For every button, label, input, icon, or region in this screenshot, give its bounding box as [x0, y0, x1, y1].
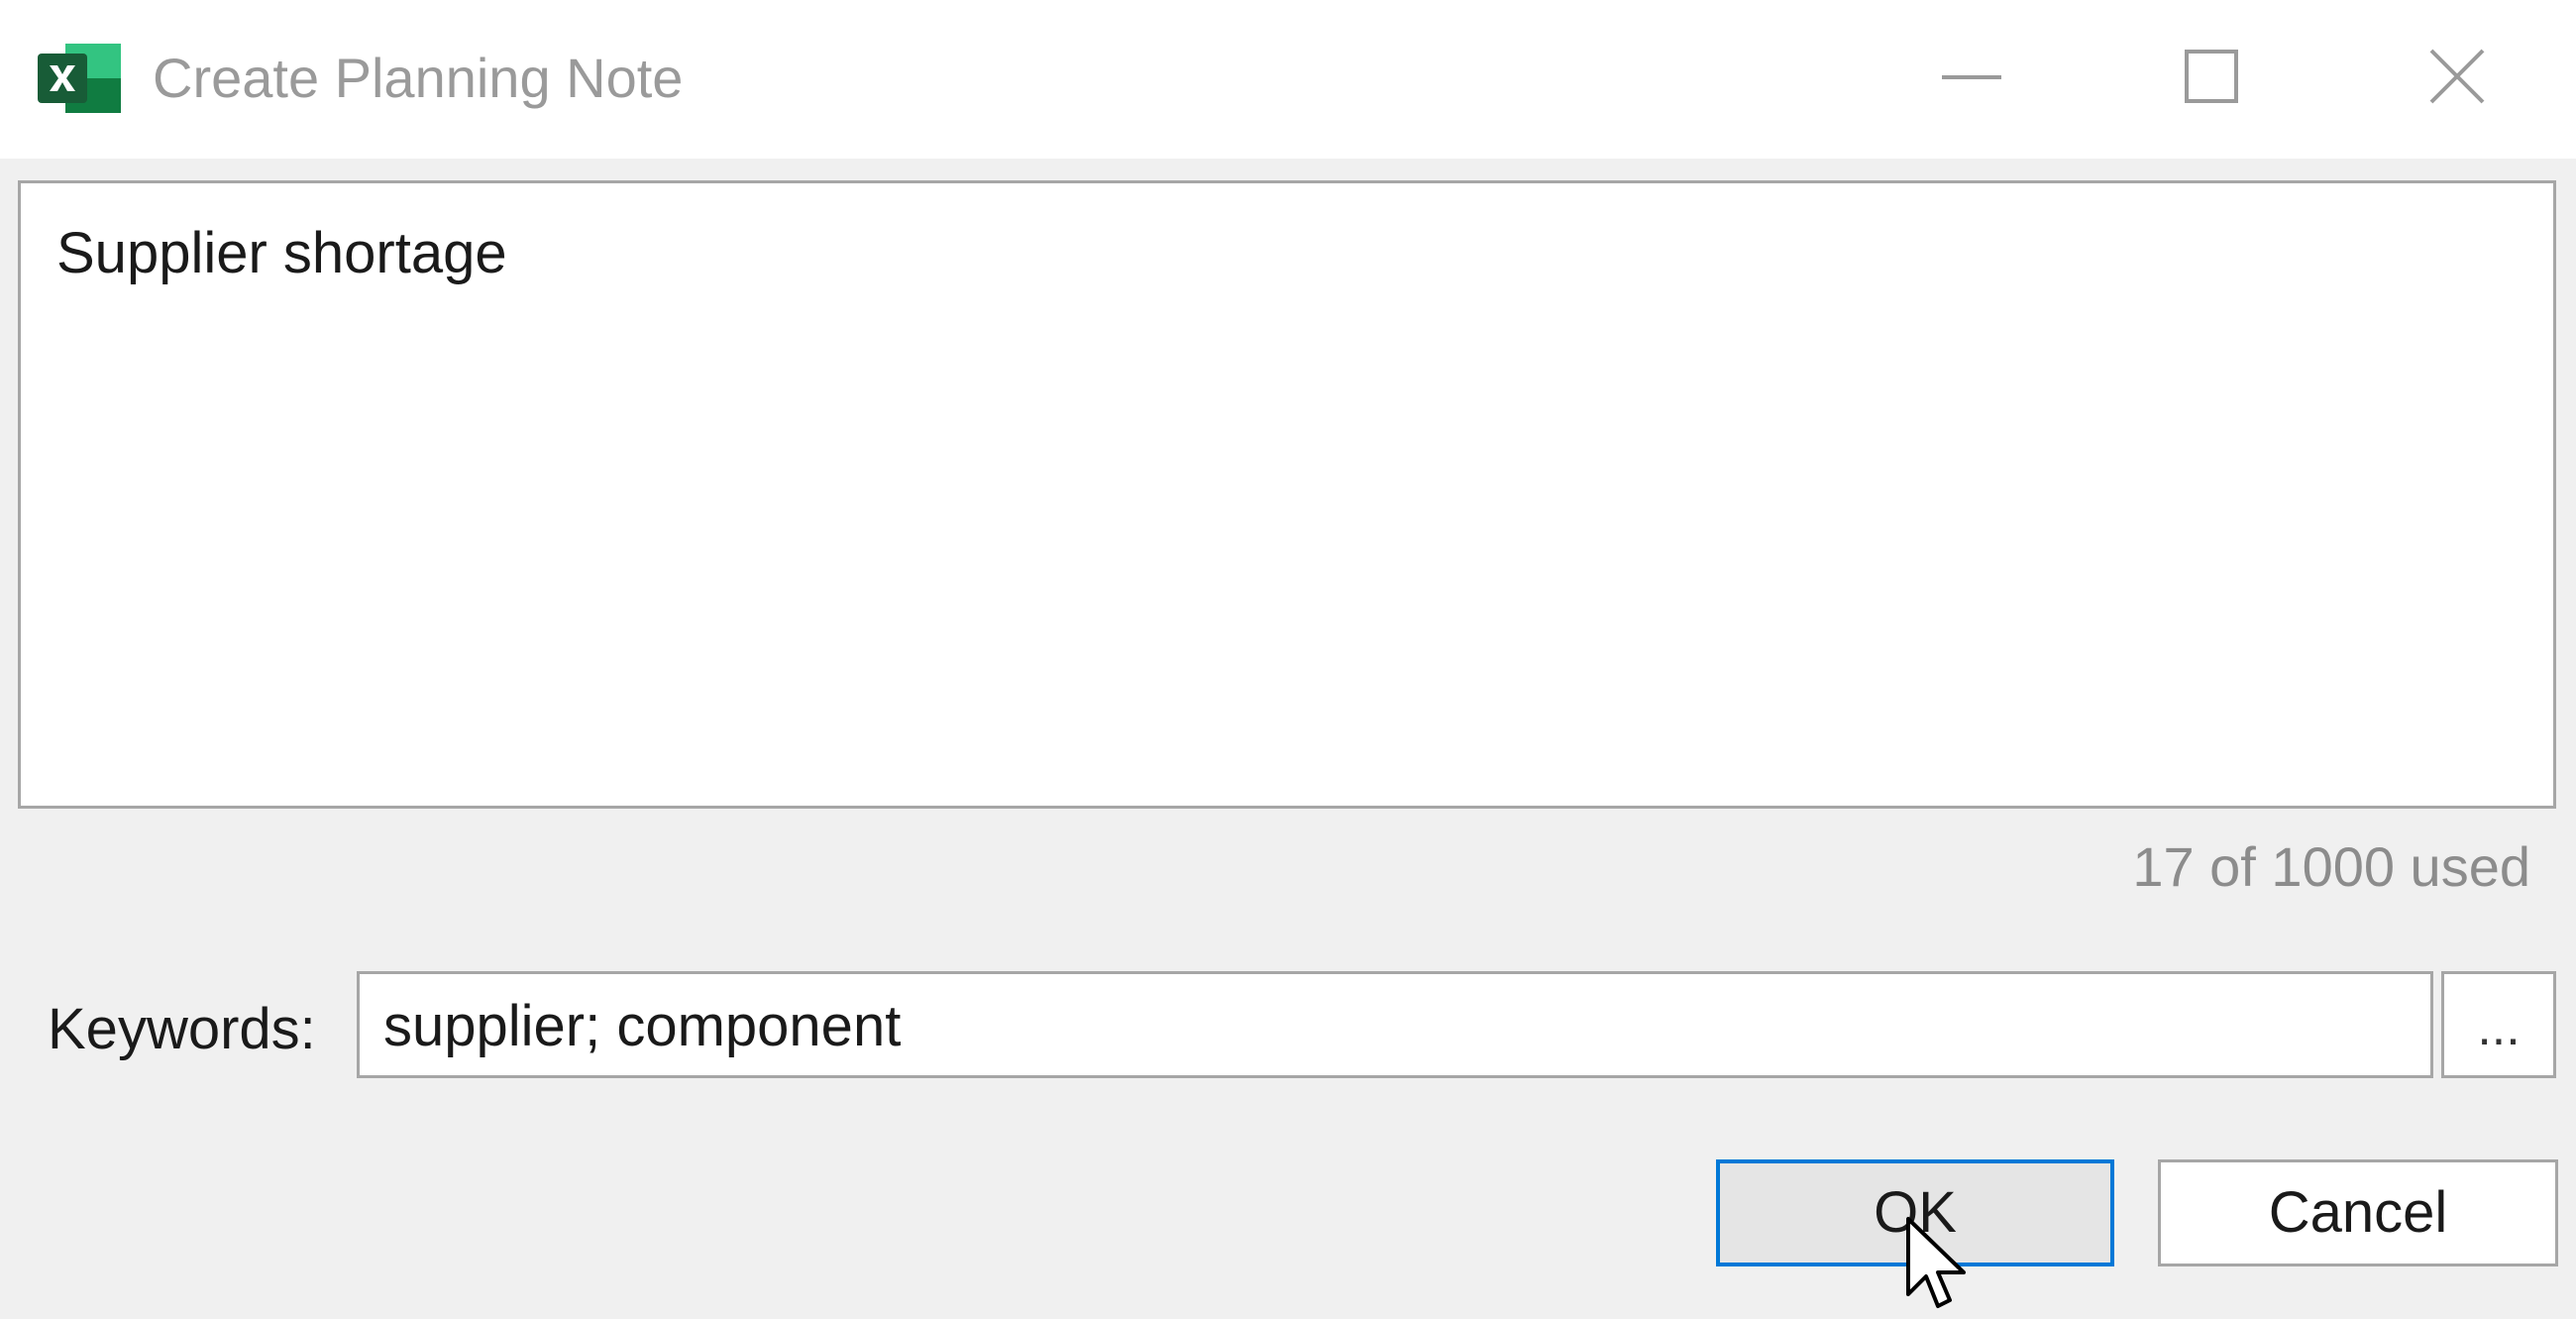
keywords-browse-button[interactable]: ... — [2441, 971, 2556, 1078]
minimize-icon — [1942, 69, 2001, 87]
cancel-button[interactable]: Cancel — [2158, 1159, 2558, 1266]
maximize-icon — [2184, 49, 2239, 109]
window-title: Create Planning Note — [153, 47, 684, 109]
close-button[interactable] — [2368, 20, 2546, 137]
title-bar[interactable]: Create Planning Note — [0, 0, 2576, 159]
keywords-input[interactable]: supplier; component — [357, 971, 2433, 1078]
character-counter: 17 of 1000 used — [2132, 835, 2530, 898]
close-icon — [2427, 47, 2487, 111]
create-planning-note-dialog: Create Planning Note Supplier shortage 1… — [0, 0, 2576, 1308]
note-textarea[interactable]: Supplier shortage — [18, 180, 2556, 809]
mouse-pointer-icon — [1904, 1215, 1974, 1314]
excel-icon — [36, 40, 123, 117]
keywords-label: Keywords: — [48, 997, 316, 1061]
maximize-button[interactable] — [2122, 20, 2301, 137]
minimize-button[interactable] — [1882, 20, 2061, 137]
